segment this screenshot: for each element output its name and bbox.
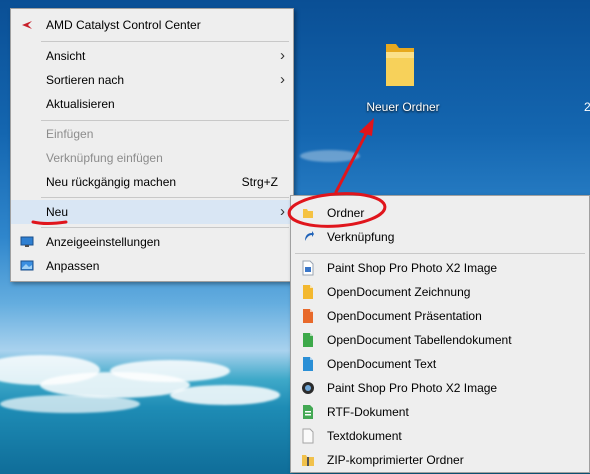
chevron-right-icon: › xyxy=(280,71,285,88)
odp-icon xyxy=(303,309,313,323)
psp-icon xyxy=(302,260,314,276)
menu-item-amd[interactable]: AMD Catalyst Control Center xyxy=(11,13,293,37)
cloud xyxy=(0,395,140,413)
amd-icon xyxy=(22,21,32,29)
submenu-item-file[interactable]: Textdokument xyxy=(291,424,589,448)
submenu-item-shortcut[interactable]: Verknüpfung xyxy=(291,225,589,249)
submenu-item-file[interactable]: Paint Shop Pro Photo X2 Image xyxy=(291,376,589,400)
chevron-right-icon: › xyxy=(280,203,285,220)
menu-separator xyxy=(41,197,289,198)
menu-item-paste[interactable]: Einfügen xyxy=(11,122,293,146)
camera-icon xyxy=(302,382,314,394)
rtf-icon xyxy=(303,405,313,419)
desktop-folder-label: Neuer Ordner xyxy=(366,100,440,114)
submenu-item-file[interactable]: RTF-Dokument xyxy=(291,400,589,424)
shortcut-icon xyxy=(305,231,314,241)
menu-item-refresh[interactable]: Aktualisieren xyxy=(11,92,293,116)
menu-item-personalize[interactable]: Anpassen xyxy=(11,254,293,278)
zip-icon xyxy=(302,455,314,466)
txt-icon xyxy=(302,428,314,444)
submenu-item-folder[interactable]: Ordner xyxy=(291,201,589,225)
odt-icon xyxy=(303,357,313,371)
folder-icon xyxy=(386,44,414,86)
new-submenu: Ordner Verknüpfung Paint Shop Pro Photo … xyxy=(290,195,590,473)
submenu-item-file[interactable]: OpenDocument Zeichnung xyxy=(291,280,589,304)
chevron-right-icon: › xyxy=(280,47,285,64)
cloud xyxy=(110,360,230,382)
submenu-item-file[interactable]: OpenDocument Tabellendokument xyxy=(291,328,589,352)
folder-icon xyxy=(303,209,313,218)
submenu-item-file[interactable]: OpenDocument Präsentation xyxy=(291,304,589,328)
personalize-icon xyxy=(20,260,34,271)
ods-icon xyxy=(303,333,313,347)
display-icon xyxy=(20,236,34,247)
menu-item-new[interactable]: Neu › xyxy=(11,200,293,224)
menu-item-undo[interactable]: Neu rückgängig machen Strg+Z xyxy=(11,170,293,194)
odg-icon xyxy=(303,285,313,299)
menu-separator xyxy=(41,120,289,121)
context-menu: AMD Catalyst Control Center Ansicht › So… xyxy=(10,8,294,282)
submenu-item-file[interactable]: Paint Shop Pro Photo X2 Image xyxy=(291,256,589,280)
desktop-folder[interactable]: Neuer Ordner xyxy=(360,38,446,120)
menu-item-sort[interactable]: Sortieren nach › xyxy=(11,68,293,92)
undo-shortcut-label: Strg+Z xyxy=(241,175,278,189)
submenu-item-file[interactable]: OpenDocument Text xyxy=(291,352,589,376)
menu-item-view[interactable]: Ansicht › xyxy=(11,44,293,68)
menu-separator xyxy=(41,41,289,42)
menu-item-paste-shortcut[interactable]: Verknüpfung einfügen xyxy=(11,146,293,170)
menu-separator xyxy=(41,227,289,228)
cloud xyxy=(170,385,280,405)
menu-separator xyxy=(295,253,585,254)
cloud xyxy=(300,150,360,162)
menu-item-display-settings[interactable]: Anzeigeeinstellungen xyxy=(11,230,293,254)
submenu-item-file[interactable]: ZIP-komprimierter Ordner xyxy=(291,448,589,472)
desktop-edge-label: 2 xyxy=(584,100,590,114)
